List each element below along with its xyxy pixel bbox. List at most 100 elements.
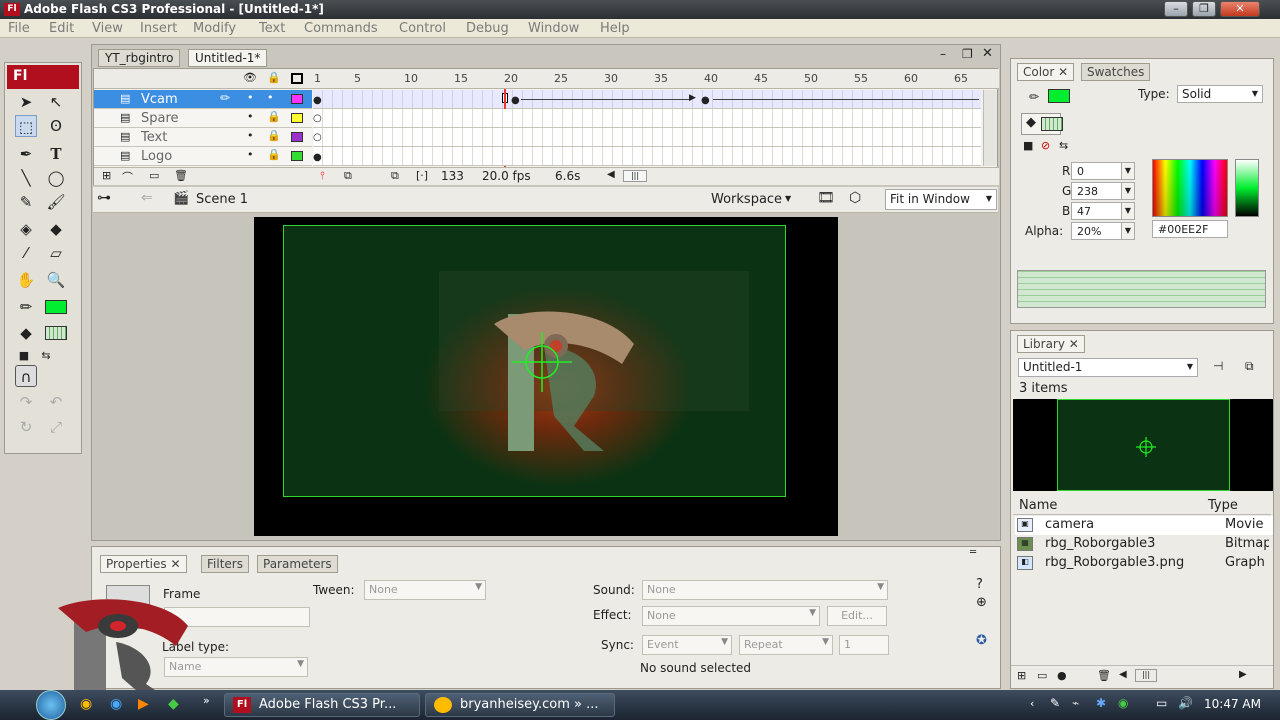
swap-colors-icon[interactable]: ⇆ [1059,139,1068,152]
lock-icon[interactable]: 🔒 [267,148,281,161]
blue-dropdown[interactable]: ▼ [1121,202,1135,220]
layer-logo[interactable]: ▤ Logo • 🔒 [94,147,312,166]
tab-swatches[interactable]: Swatches [1081,63,1151,81]
lasso-tool-icon[interactable]: ʘ [45,115,67,137]
stroke-color-swatch[interactable] [1048,89,1070,103]
taskbar-item-flash[interactable]: Fl Adobe Flash CS3 Pr... [224,693,420,717]
repeat-select[interactable]: Repeat ▼ [739,635,833,655]
outline-layers-icon[interactable] [291,73,303,84]
tray-expand-icon[interactable]: ‹ [1030,697,1034,710]
lock-layers-icon[interactable]: 🔒 [267,71,281,84]
timeline-toggle-icon[interactable]: ⊶ [97,190,111,206]
visibility-dot[interactable]: • [247,129,254,142]
menu-text[interactable]: Text [259,21,285,36]
ink-bottle-tool-icon[interactable]: ◈ [15,218,37,240]
scroll-thumb[interactable]: ||| [1135,669,1157,682]
column-name[interactable]: Name [1019,498,1057,513]
tween-select[interactable]: None ▼ [364,580,486,600]
scroll-left-icon[interactable]: ◀ [1119,669,1127,680]
library-document-select[interactable]: Untitled-1 ▼ [1018,358,1198,377]
media-quicklaunch-icon[interactable]: ▶ [138,696,149,712]
frame-rate[interactable]: 20.0 fps [482,169,531,183]
maximize-button[interactable]: ❐ [1192,1,1216,17]
stroke-color-icon[interactable]: ✏ [15,296,37,318]
tray-monitor-icon[interactable]: ▭ [1156,696,1167,710]
frames-logo[interactable]: ● [313,147,981,166]
lock-icon[interactable]: 🔒 [267,129,281,142]
snap-to-objects-icon[interactable]: ∩ [15,365,37,387]
frames-vcam[interactable]: ● ● ▶ ● [313,90,981,109]
text-tool-icon[interactable]: T [45,143,67,165]
help-icon[interactable]: ? [976,577,983,592]
tab-library[interactable]: Library ✕ [1017,335,1085,353]
brightness-slider[interactable] [1235,159,1259,217]
color-spectrum-picker[interactable] [1152,159,1228,217]
new-symbol-icon[interactable]: ⊞ [1017,669,1026,682]
repeat-count-input[interactable]: 1 [839,635,889,655]
timeline-vertical-scrollbar[interactable] [983,90,997,166]
menu-help[interactable]: Help [600,21,630,36]
menu-modify[interactable]: Modify [193,21,236,36]
frame-ruler[interactable]: 1 5 10 15 20 25 30 35 40 45 50 55 60 65 [313,69,981,89]
center-frame-icon[interactable]: ⫯ [320,169,325,183]
add-motion-guide-icon[interactable]: ⌒ [122,169,133,185]
back-arrow-icon[interactable]: ⇐ [141,190,153,206]
stroke-color-icon[interactable]: ✏ [1029,90,1039,104]
modify-onion-markers-icon[interactable]: [·] [416,169,428,182]
new-folder-icon[interactable]: ▭ [1037,669,1047,682]
panel-menu-icon[interactable]: ═ [970,547,976,558]
tab-yt-rbgintro[interactable]: YT_rbgintro [98,49,181,67]
properties-icon[interactable]: ● [1057,669,1067,682]
menu-insert[interactable]: Insert [140,21,177,36]
onion-skin-icon[interactable]: ⧉ [344,169,352,183]
fill-none-swatch[interactable] [45,326,67,340]
insert-layer-icon[interactable]: ⊞ [102,169,111,182]
delete-icon[interactable]: 🗑 [1097,669,1111,682]
menu-view[interactable]: View [92,21,123,36]
delete-layer-icon[interactable]: 🗑 [174,169,188,182]
paint-bucket-tool-icon[interactable]: ◆ [45,218,67,240]
sound-select[interactable]: None ▼ [642,580,888,600]
effect-select[interactable]: None ▼ [642,606,820,626]
menu-edit[interactable]: Edit [49,21,74,36]
default-colors-icon[interactable]: ■ [1023,139,1033,152]
oval-tool-icon[interactable]: ◯ [45,167,67,189]
minimize-button[interactable]: – [1164,1,1188,17]
default-colors-icon[interactable]: ■ [13,345,35,367]
pin-library-icon[interactable]: ⊣ [1213,359,1223,373]
vcam-frame[interactable] [283,225,786,497]
close-button[interactable]: ✕ [1220,1,1260,17]
visibility-dot[interactable]: • [247,110,254,123]
layer-vcam[interactable]: ▤ Vcam ✏ • • [94,90,312,109]
frames-text[interactable]: ○ [313,128,981,147]
fill-bucket-icon[interactable]: ◆ [15,322,37,344]
more-quicklaunch-icon[interactable]: » [203,694,210,707]
menu-debug[interactable]: Debug [466,21,509,36]
library-item-rbg-roborgable3-png[interactable]: ◧ rbg_Roborgable3.png Graph [1015,554,1273,573]
doc-minimize-icon[interactable]: – [940,47,946,61]
tab-filters[interactable]: Filters [201,555,249,573]
scroll-left-icon[interactable]: ◀ [607,169,615,180]
subselection-tool-icon[interactable]: ↖ [45,91,67,113]
layer-text[interactable]: ▤ Text • 🔒 [94,128,312,147]
visibility-dot[interactable]: • [247,148,254,161]
clock[interactable]: 10:47 AM [1204,697,1261,711]
tray-bluetooth-icon[interactable]: ✱ [1096,696,1106,710]
eyedropper-tool-icon[interactable]: ⁄ [15,242,37,264]
tray-volume-icon[interactable]: 🔊 [1178,696,1193,710]
workspace-menu[interactable]: Workspace [711,192,782,207]
library-item-camera[interactable]: ▣ camera Movie [1015,516,1273,535]
library-item-rbg-roborgable3[interactable]: ▦ rbg_Roborgable3 Bitmap [1015,535,1273,554]
fill-color-swatch[interactable] [45,300,67,314]
tab-untitled-1[interactable]: Untitled-1* [188,49,268,67]
menu-file[interactable]: File [8,21,30,36]
start-button[interactable] [36,690,66,720]
edit-scene-icon[interactable]: 🎞 [817,190,835,206]
frames-spare[interactable]: ○ [313,109,981,128]
app-quicklaunch-icon[interactable]: ◆ [168,696,179,712]
hand-tool-icon[interactable]: ✋ [15,269,37,291]
tab-parameters[interactable]: Parameters [257,555,338,573]
line-tool-icon[interactable]: ╲ [15,167,37,189]
eraser-tool-icon[interactable]: ▱ [45,242,67,264]
edit-symbols-icon[interactable]: ⬡ [849,190,861,206]
